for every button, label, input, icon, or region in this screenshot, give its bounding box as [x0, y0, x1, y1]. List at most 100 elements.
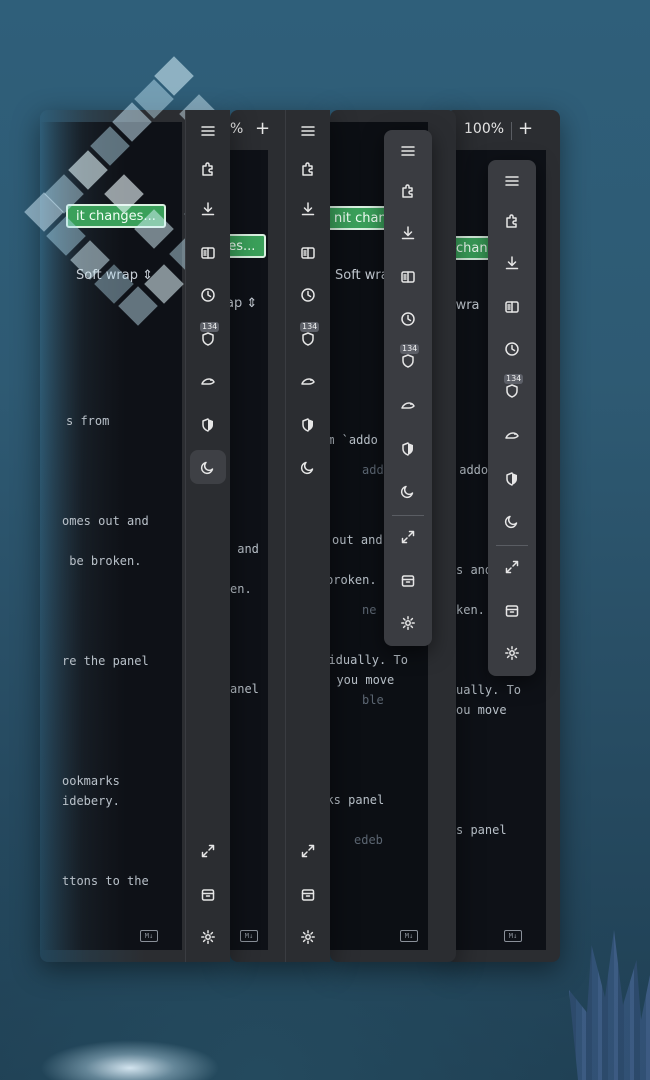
sidebar-reader-view[interactable] [190, 236, 226, 270]
code-line: ou move [456, 703, 507, 717]
dark-mode-icon [300, 461, 314, 475]
settings-icon [301, 930, 315, 944]
sidebar-frog[interactable] [190, 364, 226, 398]
popup-divider [392, 515, 424, 516]
frog-icon [505, 432, 519, 439]
sidebar-downloads[interactable] [390, 216, 426, 250]
sidebar-shield[interactable] [290, 408, 326, 442]
sidebar-downloads[interactable] [494, 246, 530, 280]
extensions-icon [302, 162, 313, 176]
sidebar-ublock[interactable]: 134 [494, 374, 530, 408]
archive-icon [401, 575, 415, 587]
extensions-icon [202, 162, 213, 176]
code-line: ividually. To [330, 653, 408, 667]
sidebar-shield[interactable] [494, 462, 530, 496]
dark-mode-icon [504, 515, 518, 529]
sidebar-ublock[interactable]: 134 [390, 344, 426, 378]
ublock-icon [506, 384, 518, 398]
archive-icon [201, 889, 215, 901]
new-tab-button[interactable]: + [518, 118, 533, 139]
sidebar-expand[interactable] [290, 834, 326, 868]
toolbar-divider [511, 122, 512, 140]
downloads-icon [201, 202, 215, 216]
sidebar-downloads[interactable] [190, 192, 226, 226]
sidebar-settings[interactable] [494, 636, 530, 670]
code-line: ookmarks [62, 774, 120, 788]
floating-sidebar-popup: 134 [488, 160, 536, 676]
zoom-level[interactable]: 100% [464, 121, 504, 137]
code-line: ually. To [456, 683, 522, 697]
softwrap-toggle[interactable]: Soft wra [335, 268, 389, 283]
sidebar-frog[interactable] [390, 388, 426, 422]
menu-icon [401, 146, 415, 156]
sidebar-archive[interactable] [190, 878, 226, 912]
code-line: ttons to the [62, 874, 149, 888]
sidebar-extensions[interactable] [494, 204, 530, 238]
sidebar-expand[interactable] [494, 550, 530, 584]
frog-icon [401, 402, 415, 409]
downloads-icon [301, 202, 315, 216]
code-line: en. [230, 582, 252, 596]
sidebar-extensions[interactable] [390, 174, 426, 208]
code-line: s and [456, 563, 493, 577]
ublock-badge: 134 [200, 322, 220, 332]
ghost-text: ne [362, 603, 377, 617]
history-icon [505, 342, 519, 356]
sidebar-expand[interactable] [190, 834, 226, 868]
zoom-level[interactable]: % [230, 121, 243, 137]
sidebar-reader-view[interactable] [390, 260, 426, 294]
sidebar-archive[interactable] [290, 878, 326, 912]
expand-icon [505, 560, 519, 574]
sidebar-ublock[interactable]: 134 [190, 322, 226, 356]
sidebar-history[interactable] [494, 332, 530, 366]
sidebar-dark-mode[interactable] [290, 450, 326, 484]
sidebar-menu[interactable] [390, 134, 426, 168]
sidebar: 134 [185, 110, 230, 962]
code-line: ken. [456, 603, 485, 617]
sidebar-ublock[interactable]: 134 [290, 322, 326, 356]
sidebar-archive[interactable] [494, 594, 530, 628]
sidebar-menu[interactable] [290, 114, 326, 148]
sidebar-dark-mode[interactable] [190, 450, 226, 484]
sidebar-archive[interactable] [390, 564, 426, 598]
sidebar-shield[interactable] [390, 432, 426, 466]
sidebar-frog[interactable] [494, 418, 530, 452]
sidebar-expand[interactable] [390, 520, 426, 554]
ublock-badge: 134 [300, 322, 320, 332]
code-line: anel [230, 682, 259, 696]
history-icon [201, 288, 215, 302]
sidebar-settings[interactable] [190, 920, 226, 954]
ublock-icon [402, 354, 414, 368]
shield-icon [506, 472, 517, 486]
sidebar-reader-view[interactable] [494, 290, 530, 324]
expand-icon [401, 530, 415, 544]
commit-button[interactable]: ges... [230, 234, 266, 258]
sidebar-extensions[interactable] [290, 152, 326, 186]
sidebar-shield[interactable] [190, 408, 226, 442]
ublock-badge: 134 [400, 344, 420, 354]
sidebar-menu[interactable] [190, 114, 226, 148]
sidebar-settings[interactable] [290, 920, 326, 954]
settings-icon [505, 646, 519, 660]
softwrap-toggle[interactable]: ap ⇕ [230, 296, 257, 311]
settings-icon [201, 930, 215, 944]
archive-icon [505, 605, 519, 617]
sidebar-frog[interactable] [290, 364, 326, 398]
new-tab-button[interactable]: + [255, 118, 270, 139]
sidebar-downloads[interactable] [290, 192, 326, 226]
reader-view-icon [201, 247, 215, 259]
sidebar-history[interactable] [190, 278, 226, 312]
code-line: omes out and [62, 514, 149, 528]
sidebar-dark-mode[interactable] [494, 504, 530, 538]
sidebar-history[interactable] [390, 302, 426, 336]
sidebar-extensions[interactable] [190, 152, 226, 186]
code-line: n you move [336, 673, 395, 687]
sidebar-menu[interactable] [494, 164, 530, 198]
sidebar-history[interactable] [290, 278, 326, 312]
sidebar-settings[interactable] [390, 606, 426, 640]
markdown-icon: M↓ [504, 930, 522, 942]
sidebar-dark-mode[interactable] [390, 474, 426, 508]
commit-button[interactable]: nit chang [330, 206, 392, 230]
sidebar-reader-view[interactable] [290, 236, 326, 270]
code-line: out and [332, 533, 383, 547]
